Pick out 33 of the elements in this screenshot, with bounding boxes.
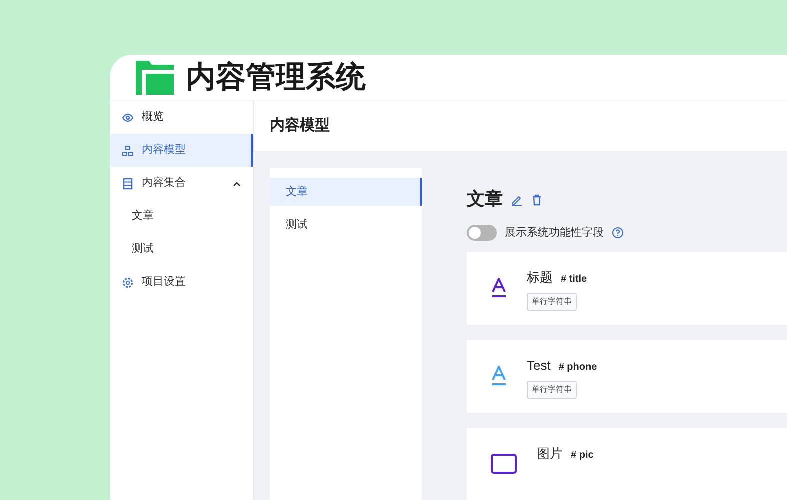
field-key: # pic: [571, 448, 594, 462]
settings-icon: [122, 276, 134, 288]
folder-icon: [136, 60, 174, 94]
toggle-label: 展示系统功能性字段: [505, 226, 604, 241]
field-name: Test: [527, 356, 551, 374]
field-name: 标题: [527, 268, 553, 286]
sidebar-item[interactable]: 文章: [110, 200, 253, 233]
model-item[interactable]: 测试: [270, 211, 422, 239]
model-item[interactable]: 文章: [270, 178, 422, 206]
field-type-tag: 单行字符串: [527, 293, 577, 311]
sidebar-item[interactable]: 概览: [110, 101, 253, 134]
trash-icon[interactable]: [531, 194, 543, 206]
field-card[interactable]: 标题 # title 单行字符串: [467, 252, 787, 324]
app-title: 内容管理系统: [186, 60, 366, 96]
sidebar-item[interactable]: 内容集合: [110, 167, 253, 200]
field-type-tag: 单行字符串: [527, 381, 577, 399]
field-key: # phone: [558, 360, 598, 374]
page-title: 内容模型: [270, 116, 330, 136]
hierarchy-icon: [122, 144, 134, 156]
sidebar-item[interactable]: 测试: [110, 233, 253, 266]
field-key: # title: [561, 272, 588, 286]
field-card[interactable]: 图片 # pic: [467, 428, 787, 500]
caret-icon[interactable]: [233, 180, 241, 186]
eye-icon: [122, 112, 134, 124]
sidebar-item[interactable]: 项目设置: [110, 266, 253, 299]
field-name: 图片: [537, 444, 563, 462]
field-card[interactable]: Test # phone 单行字符串: [467, 340, 787, 412]
edit-icon[interactable]: [511, 194, 523, 206]
list-icon: [122, 178, 134, 190]
model-title: 文章: [467, 188, 503, 211]
toggle-switch[interactable]: [467, 225, 497, 242]
sidebar-item[interactable]: 内容模型: [110, 134, 253, 167]
help-icon[interactable]: [612, 227, 624, 240]
